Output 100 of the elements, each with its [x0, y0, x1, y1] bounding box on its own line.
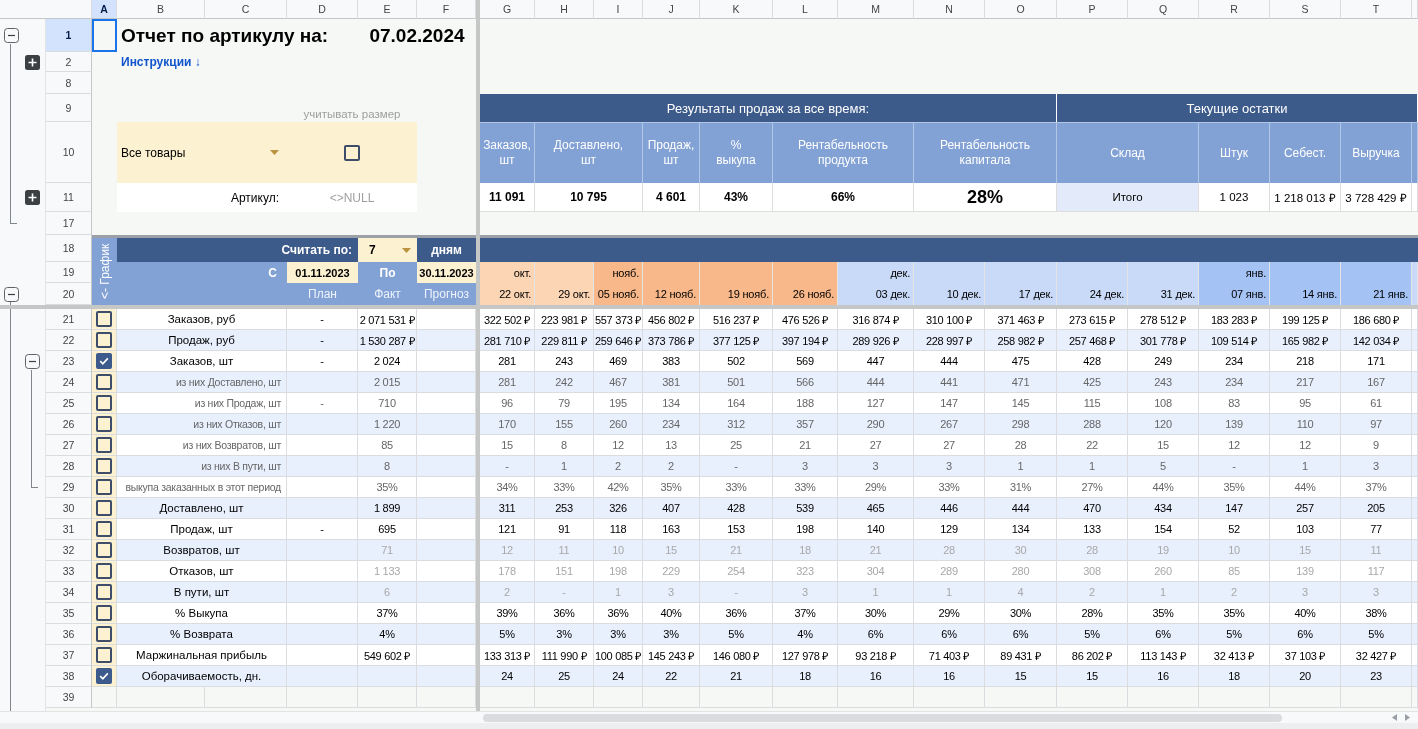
row-header[interactable]: 35	[46, 603, 92, 624]
checkbox[interactable]	[96, 311, 112, 327]
table-cell: 5%	[700, 624, 773, 645]
table-cell: 198	[594, 561, 643, 582]
row-header[interactable]: 33	[46, 561, 92, 582]
checkbox[interactable]	[96, 605, 112, 621]
row-header[interactable]: 24	[46, 372, 92, 393]
column-header[interactable]: I	[594, 0, 643, 19]
column-header[interactable]: D	[287, 0, 358, 19]
row-header[interactable]: 17	[46, 212, 92, 235]
checkbox[interactable]	[96, 647, 112, 663]
row-header[interactable]: 10	[46, 122, 92, 183]
table-cell: 198	[773, 519, 838, 540]
column-header[interactable]: L	[773, 0, 838, 19]
row-header[interactable]: 21	[46, 309, 92, 330]
table-cell: 151	[535, 561, 594, 582]
column-header[interactable]: C	[205, 0, 287, 19]
column-header[interactable]: B	[117, 0, 205, 19]
row-header[interactable]: 1	[46, 19, 92, 52]
checkbox[interactable]	[96, 416, 112, 432]
table-cell: 165 982 ₽	[1270, 330, 1341, 351]
product-dropdown[interactable]: Все товары	[117, 122, 287, 183]
column-header[interactable]: H	[535, 0, 594, 19]
row-header[interactable]: 2	[46, 52, 92, 72]
table-cell: 129	[914, 519, 985, 540]
row-header[interactable]: 28	[46, 456, 92, 477]
table-cell: 9	[1341, 435, 1412, 456]
row-header[interactable]: 19	[46, 262, 92, 283]
table-cell: 258 982 ₽	[985, 330, 1057, 351]
row-header[interactable]: 29	[46, 477, 92, 498]
column-header[interactable]: T	[1341, 0, 1412, 19]
checkbox[interactable]	[96, 332, 112, 348]
column-header[interactable]: N	[914, 0, 985, 19]
plus-icon[interactable]	[25, 190, 40, 205]
row-header[interactable]: 34	[46, 582, 92, 603]
column-header[interactable]: E	[358, 0, 417, 19]
column-header[interactable]: M	[838, 0, 914, 19]
column-header[interactable]: A	[92, 0, 117, 19]
row-header[interactable]: 32	[46, 540, 92, 561]
checkbox[interactable]	[96, 458, 112, 474]
row-header[interactable]: 11	[46, 183, 92, 212]
row-header[interactable]: 38	[46, 666, 92, 687]
column-header[interactable]: Q	[1128, 0, 1199, 19]
table-cell: 24	[480, 666, 535, 687]
row-header[interactable]: 27	[46, 435, 92, 456]
minus-icon[interactable]	[25, 354, 40, 369]
table-cell: 27	[914, 435, 985, 456]
checkbox[interactable]	[96, 626, 112, 642]
row-header[interactable]: 25	[46, 393, 92, 414]
checkbox[interactable]	[96, 353, 112, 369]
checkbox[interactable]	[96, 374, 112, 390]
column-header[interactable]: F	[417, 0, 476, 19]
table-cell: 254	[700, 561, 773, 582]
table-cell: 29%	[838, 477, 914, 498]
row-header[interactable]: 23	[46, 351, 92, 372]
table-cell: -	[287, 309, 358, 330]
column-header[interactable]: G	[480, 0, 535, 19]
column-header[interactable]: K	[700, 0, 773, 19]
checkbox[interactable]	[96, 668, 112, 684]
row-header[interactable]: 30	[46, 498, 92, 519]
column-header[interactable]: J	[643, 0, 700, 19]
checkbox[interactable]	[96, 584, 112, 600]
row-header[interactable]: 9	[46, 94, 92, 122]
checkbox[interactable]	[96, 500, 112, 516]
column-header[interactable]: S	[1270, 0, 1341, 19]
row-header[interactable]: 22	[46, 330, 92, 351]
checkbox[interactable]	[96, 521, 112, 537]
table-cell: 147	[1199, 498, 1270, 519]
minus-icon[interactable]	[4, 28, 19, 43]
scrollbar-thumb[interactable]	[483, 713, 1282, 722]
table-cell: 133 313 ₽	[480, 645, 535, 666]
row-header[interactable]: 26	[46, 414, 92, 435]
checkbox[interactable]	[96, 437, 112, 453]
row-header[interactable]: 18	[46, 235, 92, 262]
row-header[interactable]: 31	[46, 519, 92, 540]
instructions-link[interactable]: Инструкции ↓	[121, 52, 201, 72]
end-date-field[interactable]: 30.11.2023	[417, 262, 476, 283]
week-header: 12 нояб.	[643, 283, 700, 305]
checkbox[interactable]	[96, 479, 112, 495]
table-cell: 3	[773, 582, 838, 603]
table-cell: 11	[1341, 540, 1412, 561]
column-header[interactable]: P	[1057, 0, 1128, 19]
row-header[interactable]: 8	[46, 72, 92, 94]
checkbox[interactable]	[96, 395, 112, 411]
column-header[interactable]: R	[1199, 0, 1270, 19]
row-header[interactable]: 39	[46, 687, 92, 708]
days-dropdown[interactable]: 7	[358, 235, 417, 262]
row-header[interactable]: 37	[46, 645, 92, 666]
minus-icon[interactable]	[4, 286, 19, 302]
horizontal-scrollbar[interactable]	[480, 711, 1418, 723]
column-header[interactable]: O	[985, 0, 1057, 19]
checkbox[interactable]	[96, 542, 112, 558]
row-header[interactable]: 20	[46, 283, 92, 305]
checkbox[interactable]	[96, 563, 112, 579]
selected-cell[interactable]	[92, 19, 117, 52]
table-cell: 134	[985, 519, 1057, 540]
start-date-field[interactable]: 01.11.2023	[287, 262, 358, 283]
report-title: Отчет по артикулу на:	[120, 23, 330, 48]
checkbox[interactable]	[344, 144, 360, 161]
row-header[interactable]: 36	[46, 624, 92, 645]
